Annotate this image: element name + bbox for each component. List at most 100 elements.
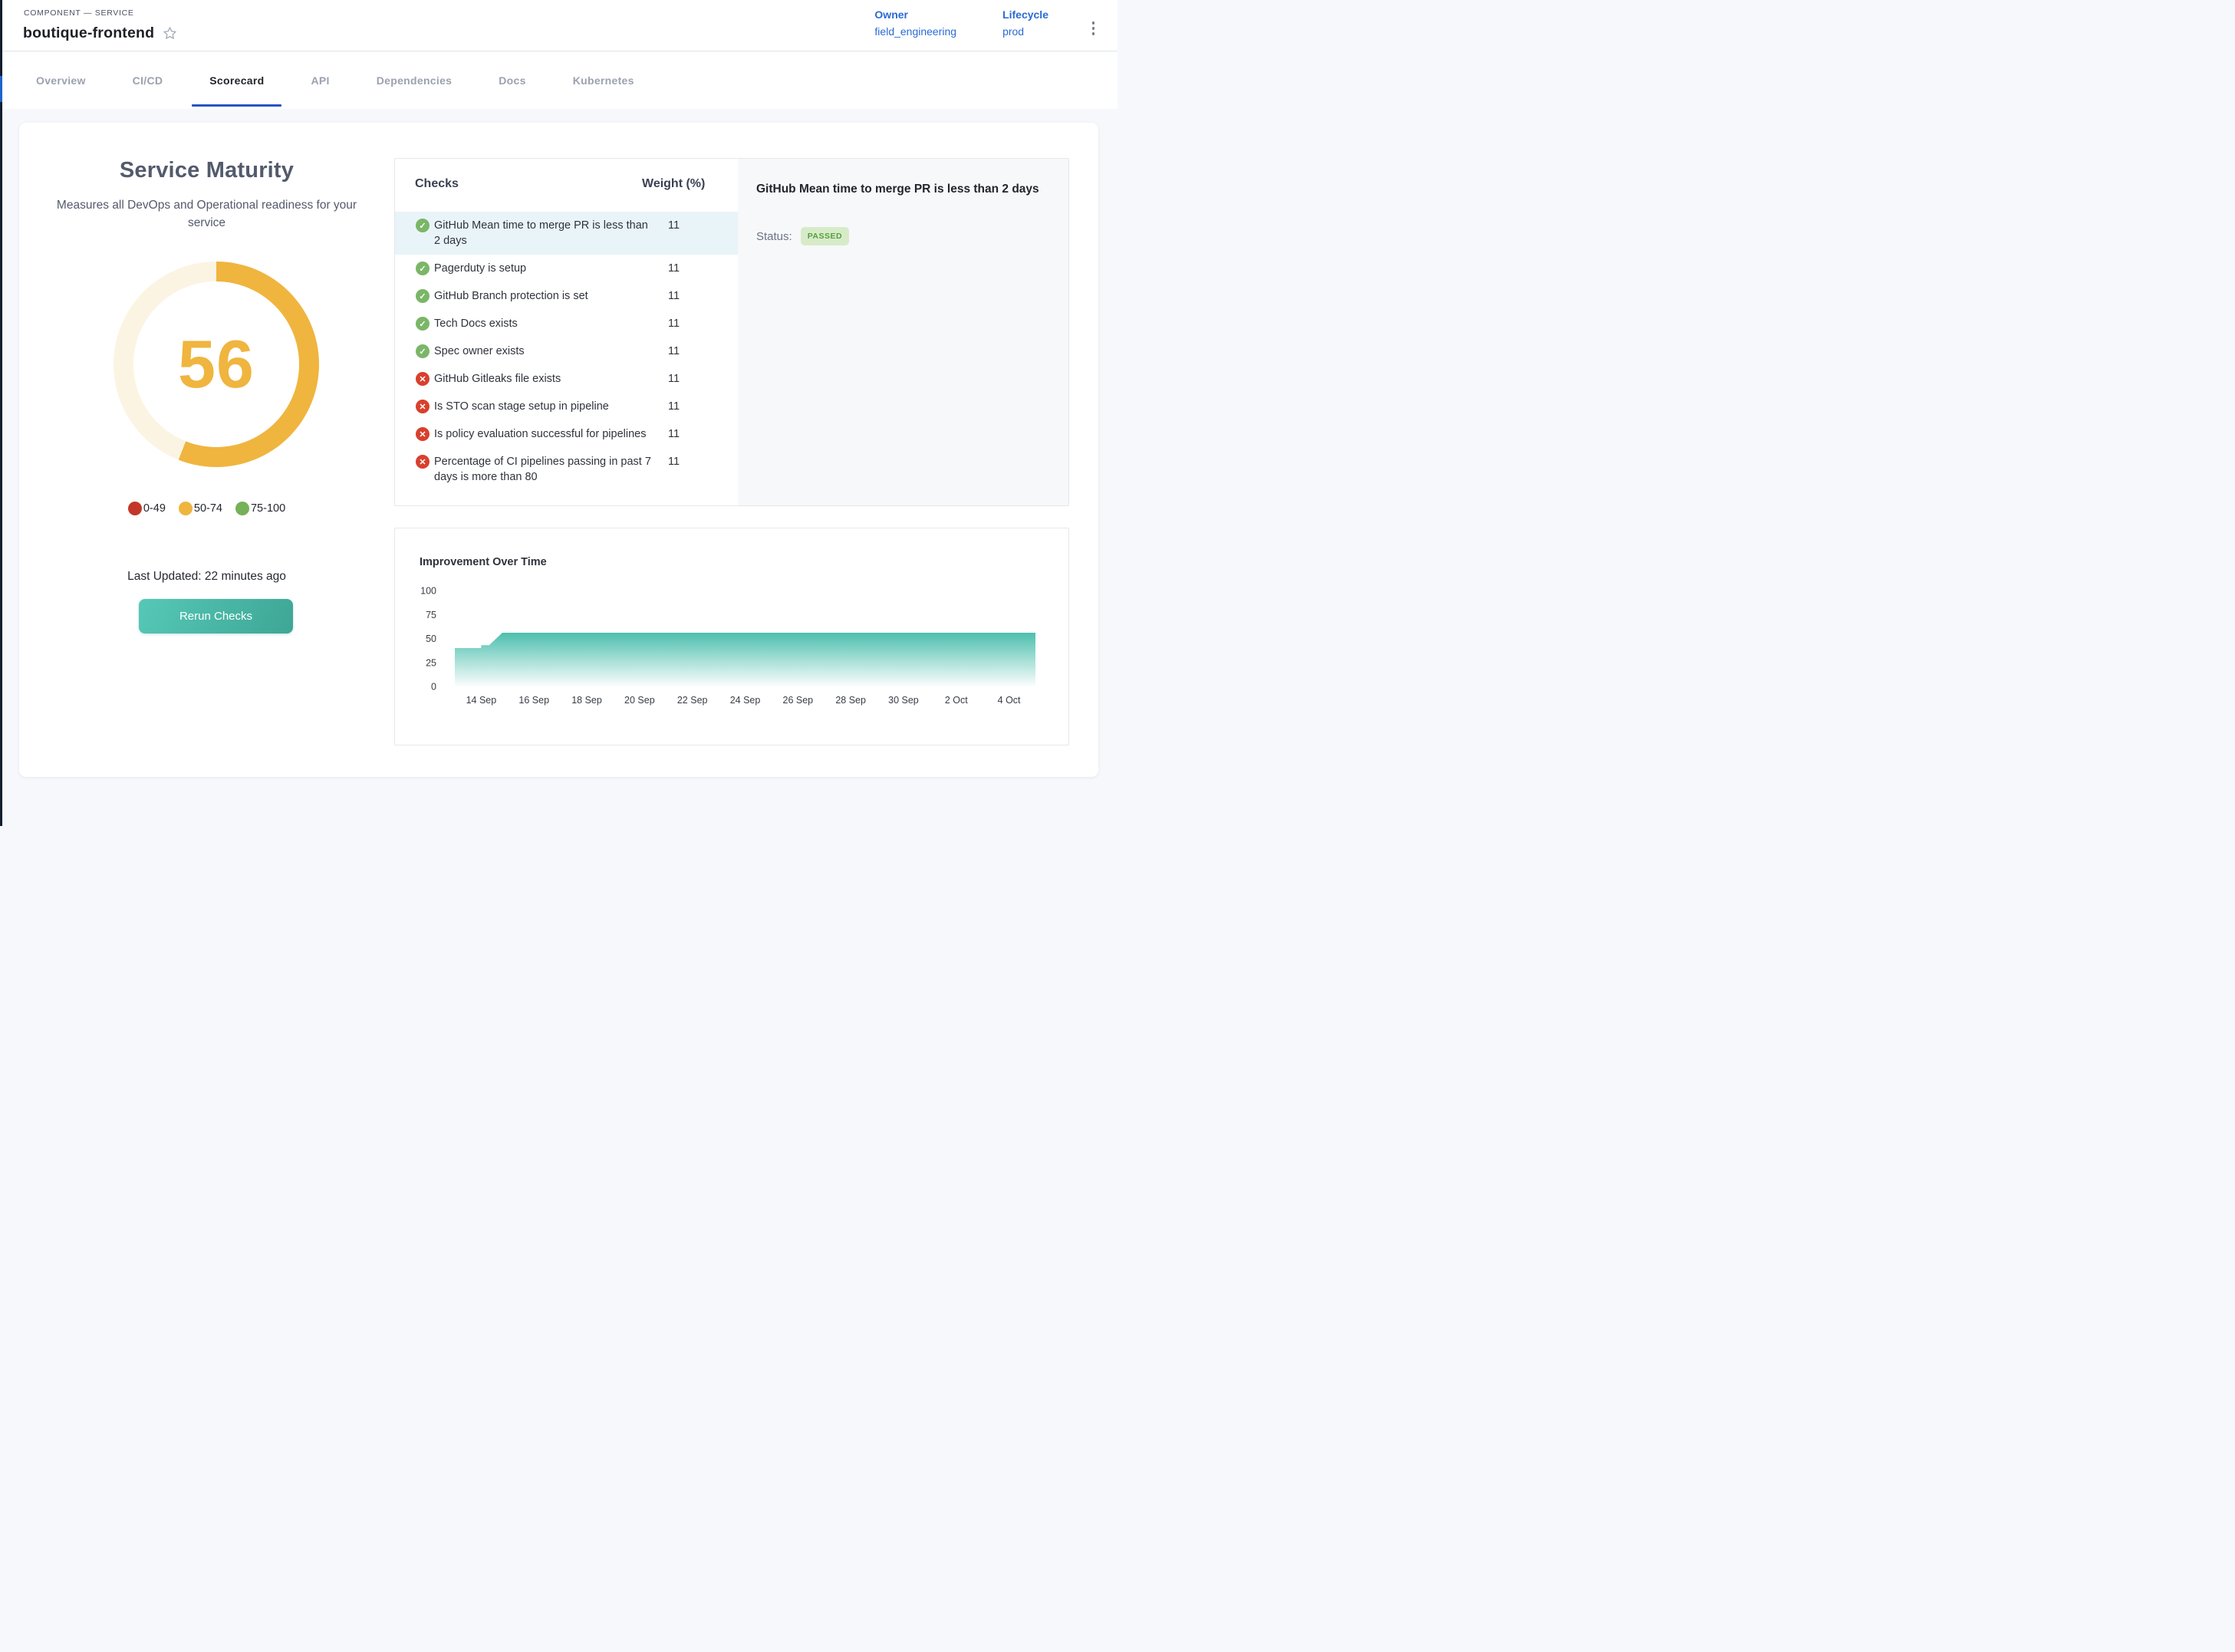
check-weight: 11 [668, 426, 706, 442]
legend-dot-icon [128, 502, 142, 515]
check-row[interactable]: ✕ GitHub Gitleaks file exists 11 [395, 365, 738, 393]
svg-text:75: 75 [426, 610, 436, 620]
status-label: Status: [756, 230, 792, 243]
svg-text:18 Sep: 18 Sep [571, 695, 602, 706]
svg-text:24 Sep: 24 Sep [730, 695, 761, 706]
tab-label: Overview [36, 74, 86, 87]
check-status-icon: ✕ [416, 400, 430, 413]
check-row[interactable]: ✕ Percentage of CI pipelines passing in … [395, 448, 738, 491]
svg-text:28 Sep: 28 Sep [835, 695, 866, 706]
legend-item: 75-100 [235, 502, 285, 515]
check-weight: 11 [668, 218, 706, 233]
tab[interactable]: Scorecard [209, 52, 264, 109]
service-maturity-panel: Service Maturity Measures all DevOps and… [19, 123, 394, 777]
svg-text:4 Oct: 4 Oct [998, 695, 1021, 706]
tab-label: Kubernetes [573, 74, 634, 87]
last-updated-text: Last Updated: 22 minutes ago [19, 570, 394, 584]
page-header: COMPONENT — SERVICE boutique-frontend Ow… [2, 0, 1118, 51]
improvement-chart-container: Improvement Over Time 0 25 50 75 100 14 Sep 16 … [394, 528, 1069, 745]
check-detail-panel: GitHub Mean time to merge PR is less tha… [738, 159, 1068, 505]
legend-item: 50-74 [179, 502, 222, 515]
overflow-menu-icon[interactable] [1089, 18, 1098, 38]
tab[interactable]: Docs [499, 52, 525, 109]
check-row[interactable]: ✕ Is policy evaluation successful for pi… [395, 420, 738, 448]
check-label: Is policy evaluation successful for pipe… [434, 426, 653, 442]
sidebar-active-indicator [0, 76, 2, 102]
check-row[interactable]: ✓ GitHub Mean time to merge PR is less t… [395, 212, 738, 255]
favorite-star-icon[interactable] [162, 25, 178, 41]
check-status-icon: ✓ [416, 344, 430, 358]
tab-label: Scorecard [209, 74, 264, 87]
svg-text:22 Sep: 22 Sep [677, 695, 708, 706]
tab[interactable]: API [311, 52, 329, 109]
svg-text:16 Sep: 16 Sep [518, 695, 549, 706]
check-label: GitHub Gitleaks file exists [434, 371, 653, 387]
legend-item: 0-49 [128, 502, 166, 515]
weight-column-header: Weight (%) [642, 177, 706, 191]
svg-text:14 Sep: 14 Sep [466, 695, 497, 706]
check-status-icon: ✕ [416, 455, 430, 469]
scorecard-subtitle: Measures all DevOps and Operational read… [41, 196, 373, 232]
check-label: Spec owner exists [434, 344, 653, 359]
collapsed-sidebar[interactable] [0, 0, 2, 826]
check-status-icon: ✕ [416, 427, 430, 441]
tab[interactable]: Overview [36, 52, 86, 109]
checks-column-header: Checks [415, 177, 459, 191]
scorecard-card: Service Maturity Measures all DevOps and… [19, 123, 1098, 777]
svg-text:25: 25 [426, 657, 436, 668]
meta-label: Lifecycle [1002, 8, 1048, 21]
legend-dot-icon [235, 502, 249, 515]
check-status-icon: ✕ [416, 372, 430, 386]
meta-value-link[interactable]: field_engineering [874, 25, 956, 38]
tab-label: API [311, 74, 329, 87]
tab[interactable]: CI/CD [133, 52, 163, 109]
score-legend: 0-49 50-74 75-100 [19, 502, 394, 515]
entity-tabs: Overview CI/CD Scorecard API Dependencies Doc… [2, 52, 1118, 109]
score-value: 56 [114, 262, 319, 467]
tab-label: CI/CD [133, 74, 163, 87]
status-badge: PASSED [801, 227, 849, 245]
meta-item: Owner field_engineering [874, 8, 956, 38]
svg-text:2 Oct: 2 Oct [945, 695, 968, 706]
check-label: GitHub Mean time to merge PR is less tha… [434, 218, 653, 248]
check-detail-title: GitHub Mean time to merge PR is less tha… [756, 179, 1045, 199]
legend-label: 75-100 [251, 502, 285, 515]
svg-text:Improvement Over Time: Improvement Over Time [420, 556, 547, 568]
tab-label: Docs [499, 74, 525, 87]
check-weight: 11 [668, 399, 706, 414]
check-label: Pagerduty is setup [434, 261, 653, 276]
legend-dot-icon [179, 502, 193, 515]
tab[interactable]: Kubernetes [573, 52, 634, 109]
meta-label: Owner [874, 8, 956, 21]
svg-text:0: 0 [431, 682, 436, 693]
check-row[interactable]: ✓ Pagerduty is setup 11 [395, 255, 738, 282]
check-weight: 11 [668, 288, 706, 304]
meta-item: Lifecycle prod [1002, 8, 1048, 38]
header-meta: Owner field_engineering Lifecycle prod [874, 8, 1048, 38]
check-status-icon: ✓ [416, 317, 430, 331]
check-weight: 11 [668, 261, 706, 276]
svg-text:100: 100 [420, 586, 436, 597]
check-weight: 11 [668, 344, 706, 359]
checks-list-panel: Checks Weight (%) ✓ GitHub Mean time to … [395, 159, 738, 505]
rerun-checks-button[interactable]: Rerun Checks [139, 599, 293, 633]
tab[interactable]: Dependencies [377, 52, 453, 109]
check-weight: 11 [668, 371, 706, 387]
check-row[interactable]: ✕ Is STO scan stage setup in pipeline 11 [395, 393, 738, 420]
page-title: boutique-frontend [23, 25, 154, 42]
check-row[interactable]: ✓ Tech Docs exists 11 [395, 310, 738, 337]
check-status-icon: ✓ [416, 219, 430, 232]
check-label: Is STO scan stage setup in pipeline [434, 399, 653, 414]
check-row[interactable]: ✓ GitHub Branch protection is set 11 [395, 282, 738, 310]
svg-text:50: 50 [426, 633, 436, 644]
score-gauge: 56 [114, 262, 319, 467]
check-row[interactable]: ✓ Spec owner exists 11 [395, 337, 738, 365]
check-label: Percentage of CI pipelines passing in pa… [434, 454, 653, 485]
scorecard-title: Service Maturity [19, 158, 394, 183]
legend-label: 0-49 [143, 502, 166, 515]
svg-text:30 Sep: 30 Sep [888, 695, 919, 706]
tab-label: Dependencies [377, 74, 453, 87]
meta-value-link[interactable]: prod [1002, 25, 1048, 38]
breadcrumb: COMPONENT — SERVICE [24, 8, 134, 18]
check-weight: 11 [668, 454, 706, 469]
